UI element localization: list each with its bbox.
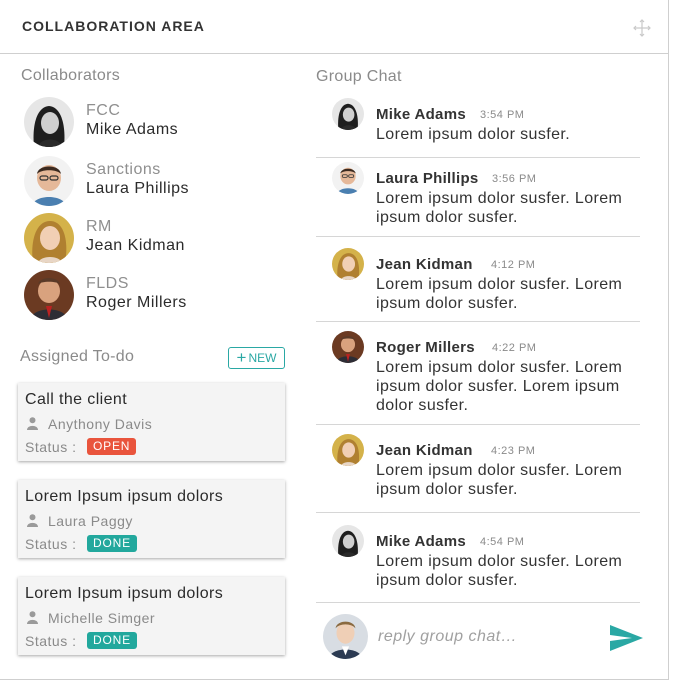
group-chat-heading: Group Chat bbox=[316, 68, 402, 85]
person-icon bbox=[27, 514, 38, 527]
message-time: 3:56 PM bbox=[492, 173, 537, 185]
message-author: Roger Millers bbox=[376, 339, 475, 356]
status-label: Status : bbox=[25, 536, 77, 552]
avatar bbox=[332, 162, 364, 194]
avatar bbox=[332, 98, 364, 130]
todo-card[interactable]: Lorem Ipsum ipsum dolors Laura Paggy Sta… bbox=[18, 480, 285, 558]
message-time: 4:22 PM bbox=[492, 342, 537, 354]
plus-icon: + bbox=[236, 348, 247, 367]
person-icon bbox=[27, 611, 38, 624]
collaborator-item[interactable]: FCC Mike Adams bbox=[24, 97, 294, 147]
avatar bbox=[332, 331, 364, 363]
avatar bbox=[24, 156, 74, 206]
message-author: Mike Adams bbox=[376, 533, 466, 550]
todo-card[interactable]: Lorem Ipsum ipsum dolors Michelle Simger… bbox=[18, 577, 285, 655]
avatar bbox=[24, 97, 74, 147]
panel-header: COLLABORATION AREA bbox=[0, 0, 669, 54]
message-author: Jean Kidman bbox=[376, 442, 473, 459]
reply-input[interactable] bbox=[378, 625, 598, 649]
todo-heading: Assigned To-do bbox=[20, 348, 135, 365]
avatar bbox=[24, 213, 74, 263]
new-todo-label: NEW bbox=[248, 351, 277, 365]
collaborator-item[interactable]: FLDS Roger Millers bbox=[24, 270, 294, 320]
collaborator-role: RM bbox=[86, 218, 112, 235]
message-text: Lorem ipsum dolor susfer. Lorem ipsum do… bbox=[376, 462, 623, 498]
message-divider bbox=[316, 321, 640, 322]
message-author: Mike Adams bbox=[376, 106, 466, 123]
collaborator-name: Roger Millers bbox=[86, 294, 187, 311]
todo-assignee: Anythony Davis bbox=[48, 416, 153, 432]
avatar bbox=[332, 434, 364, 466]
message-time: 4:12 PM bbox=[491, 259, 536, 271]
status-label: Status : bbox=[25, 633, 77, 649]
message-text: Lorem ipsum dolor susfer. Lorem ipsum do… bbox=[376, 190, 623, 226]
current-user-avatar bbox=[323, 614, 368, 659]
todo-card[interactable]: Call the client Anythony Davis Status : … bbox=[18, 383, 285, 461]
avatar bbox=[332, 248, 364, 280]
message-time: 4:54 PM bbox=[480, 536, 525, 548]
message-text: Lorem ipsum dolor susfer. bbox=[376, 126, 571, 143]
todo-assignee: Laura Paggy bbox=[48, 513, 133, 529]
message-author: Laura Phillips bbox=[376, 170, 479, 187]
collaborator-item[interactable]: RM Jean Kidman bbox=[24, 213, 294, 263]
todo-title: Lorem Ipsum ipsum dolors bbox=[25, 585, 224, 602]
collaborator-name: Jean Kidman bbox=[86, 237, 185, 254]
status-label: Status : bbox=[25, 439, 77, 455]
collaborator-name: Laura Phillips bbox=[86, 180, 190, 197]
message-divider bbox=[316, 157, 640, 158]
todo-title: Lorem Ipsum ipsum dolors bbox=[25, 488, 224, 505]
message-time: 4:23 PM bbox=[491, 445, 536, 457]
message-text: Lorem ipsum dolor susfer. Lorem ipsum do… bbox=[376, 276, 623, 312]
todo-assignee: Michelle Simger bbox=[48, 610, 156, 626]
message-text: Lorem ipsum dolor susfer. Lorem ipsum do… bbox=[376, 553, 623, 589]
message-divider bbox=[316, 236, 640, 237]
collaborator-role: FCC bbox=[86, 102, 121, 119]
message-divider bbox=[316, 424, 640, 425]
move-icon[interactable] bbox=[633, 19, 651, 37]
collaborators-heading: Collaborators bbox=[21, 67, 121, 84]
message-text: Lorem ipsum dolor susfer. Lorem ipsum do… bbox=[376, 359, 623, 414]
collaborator-name: Mike Adams bbox=[86, 121, 179, 138]
collaboration-panel: COLLABORATION AREA Collaborators FCC Mik… bbox=[0, 0, 669, 680]
avatar bbox=[332, 525, 364, 557]
collaborator-item[interactable]: Sanctions Laura Phillips bbox=[24, 156, 294, 206]
new-todo-button[interactable]: + NEW bbox=[228, 347, 285, 369]
message-author: Jean Kidman bbox=[376, 256, 473, 273]
message-time: 3:54 PM bbox=[480, 109, 525, 121]
status-badge: OPEN bbox=[87, 438, 137, 455]
panel-title: COLLABORATION AREA bbox=[22, 18, 205, 34]
avatar bbox=[24, 270, 74, 320]
todo-title: Call the client bbox=[25, 391, 128, 408]
collaborator-role: FLDS bbox=[86, 275, 129, 292]
status-badge: DONE bbox=[87, 632, 137, 649]
collaborator-role: Sanctions bbox=[86, 161, 161, 178]
message-divider bbox=[316, 602, 640, 603]
message-divider bbox=[316, 512, 640, 513]
status-badge: DONE bbox=[87, 535, 137, 552]
send-icon[interactable] bbox=[610, 625, 643, 651]
person-icon bbox=[27, 417, 38, 430]
